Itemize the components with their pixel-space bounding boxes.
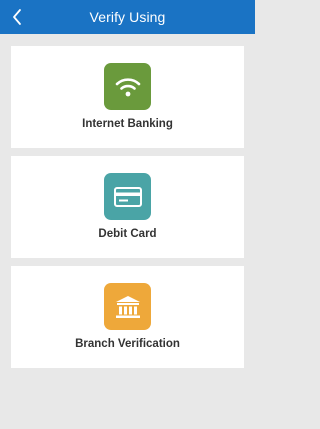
internet-banking-tile (104, 63, 151, 110)
option-label: Branch Verification (75, 338, 180, 350)
option-internet-banking[interactable]: Internet Banking (11, 46, 244, 148)
option-debit-card[interactable]: Debit Card (11, 156, 244, 258)
debit-card-tile (104, 173, 151, 220)
bank-icon (115, 295, 140, 318)
credit-card-icon (113, 186, 142, 207)
wifi-icon (115, 77, 140, 96)
option-label: Debit Card (98, 228, 157, 240)
option-label: Internet Banking (82, 118, 173, 130)
branch-verification-tile (104, 283, 151, 330)
page-title: Verify Using (89, 9, 166, 25)
app-header: Verify Using (0, 0, 255, 34)
option-branch-verification[interactable]: Branch Verification (11, 266, 244, 368)
